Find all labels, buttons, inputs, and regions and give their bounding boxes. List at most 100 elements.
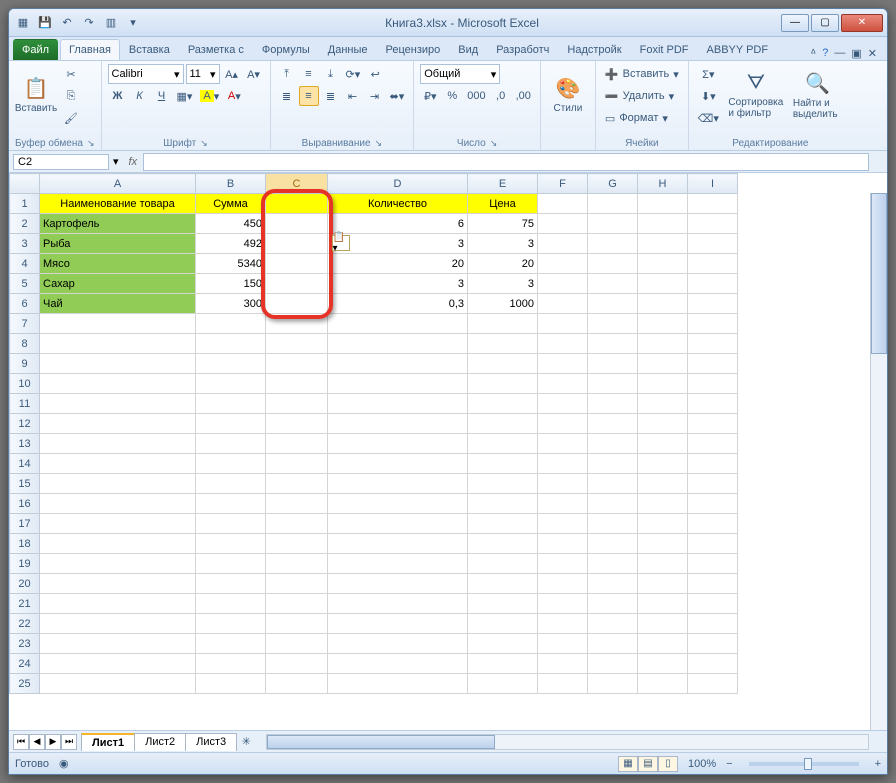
cell-C22[interactable] [266,614,328,634]
cell-H11[interactable] [638,394,688,414]
row-header-22[interactable]: 22 [10,614,40,634]
italic-button[interactable]: К [130,86,150,106]
cell-E12[interactable] [468,414,538,434]
fx-icon[interactable]: fx [129,156,138,168]
cell-H6[interactable] [638,294,688,314]
cell-D23[interactable] [328,634,468,654]
font-color-icon[interactable]: A▾ [224,86,244,106]
cell-I6[interactable] [688,294,738,314]
format-cells-button[interactable]: ▭Формат ▾ [602,108,682,128]
cell-E18[interactable] [468,534,538,554]
cell-G1[interactable] [588,194,638,214]
close-button[interactable]: ✕ [841,14,883,32]
workbook-min-icon[interactable]: — [834,47,845,60]
cell-H5[interactable] [638,274,688,294]
cell-C3[interactable] [266,234,328,254]
cell-H23[interactable] [638,634,688,654]
cell-I5[interactable] [688,274,738,294]
cell-H8[interactable] [638,334,688,354]
row-header-8[interactable]: 8 [10,334,40,354]
bold-button[interactable]: Ж [108,86,128,106]
maximize-button[interactable]: ▢ [811,14,839,32]
cell-E19[interactable] [468,554,538,574]
cell-D25[interactable] [328,674,468,694]
cell-E10[interactable] [468,374,538,394]
align-left-icon[interactable]: ≣ [277,86,297,106]
cell-A14[interactable] [40,454,196,474]
cell-G15[interactable] [588,474,638,494]
cell-A24[interactable] [40,654,196,674]
qat-extra-icon[interactable]: ▥ [101,13,121,33]
cell-G10[interactable] [588,374,638,394]
vertical-scrollbar[interactable] [870,193,887,730]
cell-A8[interactable] [40,334,196,354]
cell-F4[interactable] [538,254,588,274]
cell-F20[interactable] [538,574,588,594]
align-right-icon[interactable]: ≣ [321,86,341,106]
col-header-F[interactable]: F [538,174,588,194]
cell-F9[interactable] [538,354,588,374]
col-header-I[interactable]: I [688,174,738,194]
tab-view[interactable]: Вид [449,39,487,60]
formula-bar[interactable] [143,153,869,171]
cell-I18[interactable] [688,534,738,554]
cell-I24[interactable] [688,654,738,674]
cell-A22[interactable] [40,614,196,634]
cell-D24[interactable] [328,654,468,674]
undo-icon[interactable]: ↶ [57,13,77,33]
cell-I17[interactable] [688,514,738,534]
zoom-level[interactable]: 100% [688,758,716,770]
cell-I12[interactable] [688,414,738,434]
cell-B13[interactable] [196,434,266,454]
cell-C19[interactable] [266,554,328,574]
cell-H17[interactable] [638,514,688,534]
macro-record-icon[interactable]: ◉ [59,757,69,770]
cell-G16[interactable] [588,494,638,514]
cell-A11[interactable] [40,394,196,414]
cell-D20[interactable] [328,574,468,594]
cell-C4[interactable] [266,254,328,274]
cell-D14[interactable] [328,454,468,474]
sheet-tab-Лист3[interactable]: Лист3 [185,733,237,751]
cell-D18[interactable] [328,534,468,554]
cell-B1[interactable]: Сумма [196,194,266,214]
cell-B20[interactable] [196,574,266,594]
cell-A17[interactable] [40,514,196,534]
cell-B19[interactable] [196,554,266,574]
cell-H14[interactable] [638,454,688,474]
cell-F7[interactable] [538,314,588,334]
cell-E7[interactable] [468,314,538,334]
workbook-close-icon[interactable]: ✕ [868,47,877,60]
cell-G19[interactable] [588,554,638,574]
cell-D8[interactable] [328,334,468,354]
cell-D10[interactable] [328,374,468,394]
cell-C24[interactable] [266,654,328,674]
row-header-21[interactable]: 21 [10,594,40,614]
zoom-slider[interactable] [749,762,859,766]
cell-I10[interactable] [688,374,738,394]
number-launcher-icon[interactable]: ↘ [490,138,498,149]
cell-F18[interactable] [538,534,588,554]
cell-G21[interactable] [588,594,638,614]
cell-H4[interactable] [638,254,688,274]
sheet-tab-Лист2[interactable]: Лист2 [134,733,186,751]
font-name-select[interactable]: Calibri▾ [108,64,184,84]
cell-A20[interactable] [40,574,196,594]
cell-B17[interactable] [196,514,266,534]
cell-A18[interactable] [40,534,196,554]
cell-E4[interactable]: 20 [468,254,538,274]
cell-B14[interactable] [196,454,266,474]
row-header-3[interactable]: 3 [10,234,40,254]
paste-button[interactable]: 📋Вставить [15,64,57,126]
row-header-2[interactable]: 2 [10,214,40,234]
cell-A16[interactable] [40,494,196,514]
cell-C12[interactable] [266,414,328,434]
cell-E1[interactable]: Цена [468,194,538,214]
cell-B10[interactable] [196,374,266,394]
cell-B16[interactable] [196,494,266,514]
cell-F25[interactable] [538,674,588,694]
cell-C8[interactable] [266,334,328,354]
cell-I3[interactable] [688,234,738,254]
align-bottom-icon[interactable]: ⤓ [321,64,341,84]
tab-insert[interactable]: Вставка [120,39,179,60]
